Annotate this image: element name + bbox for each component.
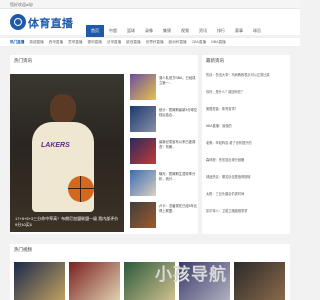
nav-item-players[interactable]: 球员 (248, 25, 266, 37)
jersey-text: LAKERS (41, 142, 70, 149)
subnav-item-premier-league[interactable]: 英超直播 (29, 40, 43, 45)
nav-item-events[interactable]: 赛事 (230, 25, 248, 37)
video-thumb[interactable] (14, 262, 65, 300)
nav-item-news[interactable]: 资讯 (194, 25, 212, 37)
site-logo[interactable]: 体育直播 (10, 13, 74, 31)
watermark-text: 小孩导航 (155, 265, 227, 284)
subnav-item-nba[interactable]: NBA直播 (211, 40, 226, 45)
hot-news-title: 热门资讯 (14, 58, 32, 63)
nav-item-home[interactable]: 首页 (86, 25, 104, 37)
news-thumb-image (130, 74, 156, 100)
logo-text: 体育直播 (28, 18, 74, 30)
subnav-item-la-liga[interactable]: 西甲直播 (49, 40, 63, 45)
latest-news-title: 最新资讯 (206, 58, 224, 63)
news-thumb-item[interactable]: 统计：詹姆斯最新3分球空档后结合... (130, 106, 198, 134)
latest-news-item[interactable]: 老鹰：年轻阵容 看了也有提升的 (206, 141, 286, 146)
nav-item-ranking[interactable]: 排行 (212, 25, 230, 37)
hot-news-section: 热门资讯 LAKERS 17+5+5+3三分命中率高！布朗尼加盟联盟一级 我内部… (10, 55, 198, 234)
hot-videos-title: 热门视频 (14, 247, 32, 252)
news-thumb-title[interactable]: 统计：詹姆斯最新3分球空档后结合... (159, 108, 198, 117)
news-thumb-title[interactable]: 曝光：詹姆斯生涯效率分析，统计... (159, 172, 198, 181)
latest-news-item[interactable]: NBA直播：最强的 (206, 124, 286, 129)
nav-item-highlights[interactable]: 集锦 (158, 25, 176, 37)
news-thumb-title[interactable]: 湖人队官方NBA，已经成立第一... (159, 76, 198, 85)
news-thumb-title[interactable]: 卢卡：浓眉现在已经5年比得上联盟... (159, 204, 198, 213)
subnav-item-bundesliga[interactable]: 德甲直播 (88, 40, 102, 45)
news-thumb-image (130, 202, 156, 228)
subnav-item-serie-a[interactable]: 意甲直播 (68, 40, 82, 45)
news-thumb-image (130, 106, 156, 132)
player-image (50, 94, 76, 124)
subnav-item-euro[interactable]: 欧洲杯直播 (169, 40, 187, 45)
news-thumb-item[interactable]: 曝光：詹姆斯生涯效率分析，统计... (130, 170, 198, 198)
latest-news-item[interactable]: 森林狼：伤愈复出得分回暖 (206, 158, 286, 163)
latest-news-section: 最新资讯 热谈：伤没大事！马刺教练表示可以正常比赛 你好，是什么？原因何在？ 美… (202, 55, 290, 234)
video-thumb[interactable] (69, 262, 120, 300)
subnav-item-ligue-1[interactable]: 法甲直播 (107, 40, 121, 45)
nav-item-csl[interactable]: 中超 (104, 25, 122, 37)
site-header: 体育直播 首页 中超 篮球 录像 集锦 视频 资讯 排行 赛事 球员 (0, 9, 300, 37)
logo-badge-icon (10, 14, 26, 30)
latest-news-item[interactable]: 美国男篮：体育赛事？ (206, 107, 286, 112)
news-thumb-title[interactable]: 最新纪录宣布以来已被调查！布朗... (159, 140, 198, 149)
nav-item-basketball[interactable]: 篮球 (122, 25, 140, 37)
subnav-item-ucl[interactable]: 欧冠直播 (126, 40, 140, 45)
nav-item-video[interactable]: 视频 (176, 25, 194, 37)
news-thumb-image (130, 170, 156, 196)
sub-nav: 热门直播 英超直播 西甲直播 意甲直播 德甲直播 法甲直播 欧冠直播 世界杯直播… (0, 37, 300, 47)
news-thumb-list: 湖人队官方NBA，已经成立第一... 统计：詹姆斯最新3分球空档后结合... 最… (130, 74, 198, 232)
subnav-item-cba[interactable]: CBA直播 (192, 40, 207, 45)
latest-news-item[interactable]: 太阳：三巨头磨合仍需时间 (206, 192, 286, 197)
feature-caption[interactable]: 17+5+5+3三分命中率高！布朗尼加盟联盟一级 我内部评价9分10买6 (15, 216, 119, 227)
top-bar: 您好欢迎a站! (0, 0, 300, 9)
news-thumb-item[interactable]: 湖人队官方NBA，已经成立第一... (130, 74, 198, 102)
latest-news-item[interactable]: 球迷热议：哪支队伍更值得期待 (206, 175, 286, 180)
video-thumb[interactable] (234, 262, 285, 300)
subnav-item-world-cup[interactable]: 世界杯直播 (146, 40, 164, 45)
main-nav: 首页 中超 篮球 录像 集锦 视频 资讯 排行 赛事 球员 (86, 25, 266, 37)
news-thumb-image (130, 138, 156, 164)
hot-videos-section: 热门视频 (10, 244, 290, 300)
welcome-text: 您好欢迎a站! (10, 2, 34, 7)
news-thumb-item[interactable]: 卢卡：浓眉现在已经5年比得上联盟... (130, 202, 198, 230)
basketball-icon (68, 176, 94, 202)
feature-news-card[interactable]: LAKERS 17+5+5+3三分命中率高！布朗尼加盟联盟一级 我内部评价9分1… (10, 74, 124, 232)
nav-item-replay[interactable]: 录像 (140, 25, 158, 37)
subnav-item-hot-live[interactable]: 热门直播 (10, 40, 24, 45)
latest-news-item[interactable]: 你好，是什么？原因何在？ (206, 90, 286, 95)
video-row (14, 262, 286, 300)
news-thumb-item[interactable]: 最新纪录宣布以来已被调查！布朗... (130, 138, 198, 166)
latest-news-item[interactable]: 热谈：伤没大事！马刺教练表示可以正常比赛 (206, 73, 286, 78)
latest-news-item[interactable]: 凯尔特人：卫冕之路困难重重 (206, 209, 286, 214)
